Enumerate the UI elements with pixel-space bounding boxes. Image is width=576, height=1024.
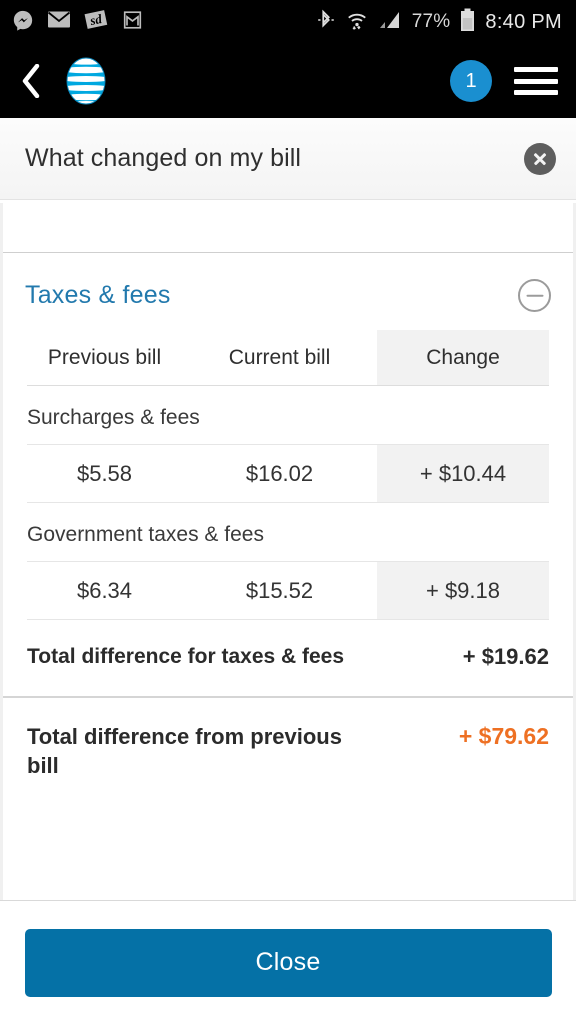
email-icon	[47, 10, 71, 34]
app-bar: 1	[0, 44, 576, 118]
taxes-subtotal-row: Total difference for taxes & fees + $19.…	[3, 620, 573, 696]
column-header-current-bill: Current bill	[228, 345, 331, 369]
taxes-subtotal-value: + $19.62	[462, 644, 549, 669]
cell-previous-government: $6.34	[27, 562, 182, 619]
cell-change-surcharges: + $10.44	[377, 445, 549, 502]
notification-badge[interactable]: 1	[450, 60, 492, 102]
section-title: Taxes & fees	[25, 281, 171, 309]
messenger-icon	[12, 9, 34, 36]
cell-previous-surcharges: $5.58	[27, 445, 182, 502]
modal-header: What changed on my bill	[0, 118, 576, 200]
column-header-previous-bill: Previous bill	[47, 345, 162, 369]
comparison-table: Previous bill Current bill Change	[27, 330, 549, 385]
bill-change-sheet: Taxes & fees Previous bill Current bill …	[0, 203, 576, 900]
table-row: $6.34 $15.52 + $9.18	[27, 562, 549, 619]
back-chevron-icon[interactable]	[16, 61, 46, 101]
grand-total-row: Total difference from previous bill + $7…	[3, 698, 573, 781]
row-label-surcharges-and-fees: Surcharges & fees	[27, 406, 200, 429]
slickdeals-icon: sd	[84, 9, 108, 36]
cell-current-surcharges: $16.02	[182, 445, 377, 502]
cell-signal-icon	[378, 10, 402, 35]
battery-icon	[460, 8, 475, 37]
battery-percent-label: 77%	[411, 11, 451, 32]
sheet-top-gap	[3, 203, 573, 253]
status-bar-clock: 8:40 PM	[485, 10, 562, 33]
cell-current-government: $15.52	[182, 562, 377, 619]
table-row: $5.58 $16.02 + $10.44	[27, 445, 549, 502]
minus-circle-icon[interactable]	[518, 279, 551, 312]
gmail-icon	[121, 9, 144, 36]
footer-bar: Close	[0, 900, 576, 1024]
cell-change-government: + $9.18	[377, 562, 549, 619]
att-globe-logo[interactable]	[60, 55, 112, 107]
notification-count-label: 1	[465, 69, 477, 92]
status-bar-right-icons: 77% 8:40 PM	[316, 8, 562, 37]
bluetooth-icon	[316, 9, 336, 36]
status-bar-left-icons: sd	[12, 9, 144, 36]
table-header-row: Previous bill Current bill Change	[27, 330, 549, 385]
taxes-and-fees-section-header[interactable]: Taxes & fees	[3, 253, 573, 330]
column-header-change: Change	[377, 330, 549, 385]
row-label-government-taxes-and-fees: Government taxes & fees	[27, 523, 264, 546]
wifi-icon	[346, 9, 368, 36]
status-bar: sd 77% 8:40 PM	[0, 0, 576, 44]
close-icon[interactable]	[524, 142, 556, 175]
hamburger-menu-icon[interactable]	[514, 64, 558, 98]
grand-total-label: Total difference from previous bill	[27, 724, 342, 779]
page-title: What changed on my bill	[25, 144, 302, 172]
grand-total-value: + $79.62	[458, 723, 549, 749]
close-button[interactable]: Close	[24, 928, 552, 997]
taxes-subtotal-label: Total difference for taxes & fees	[27, 645, 345, 668]
